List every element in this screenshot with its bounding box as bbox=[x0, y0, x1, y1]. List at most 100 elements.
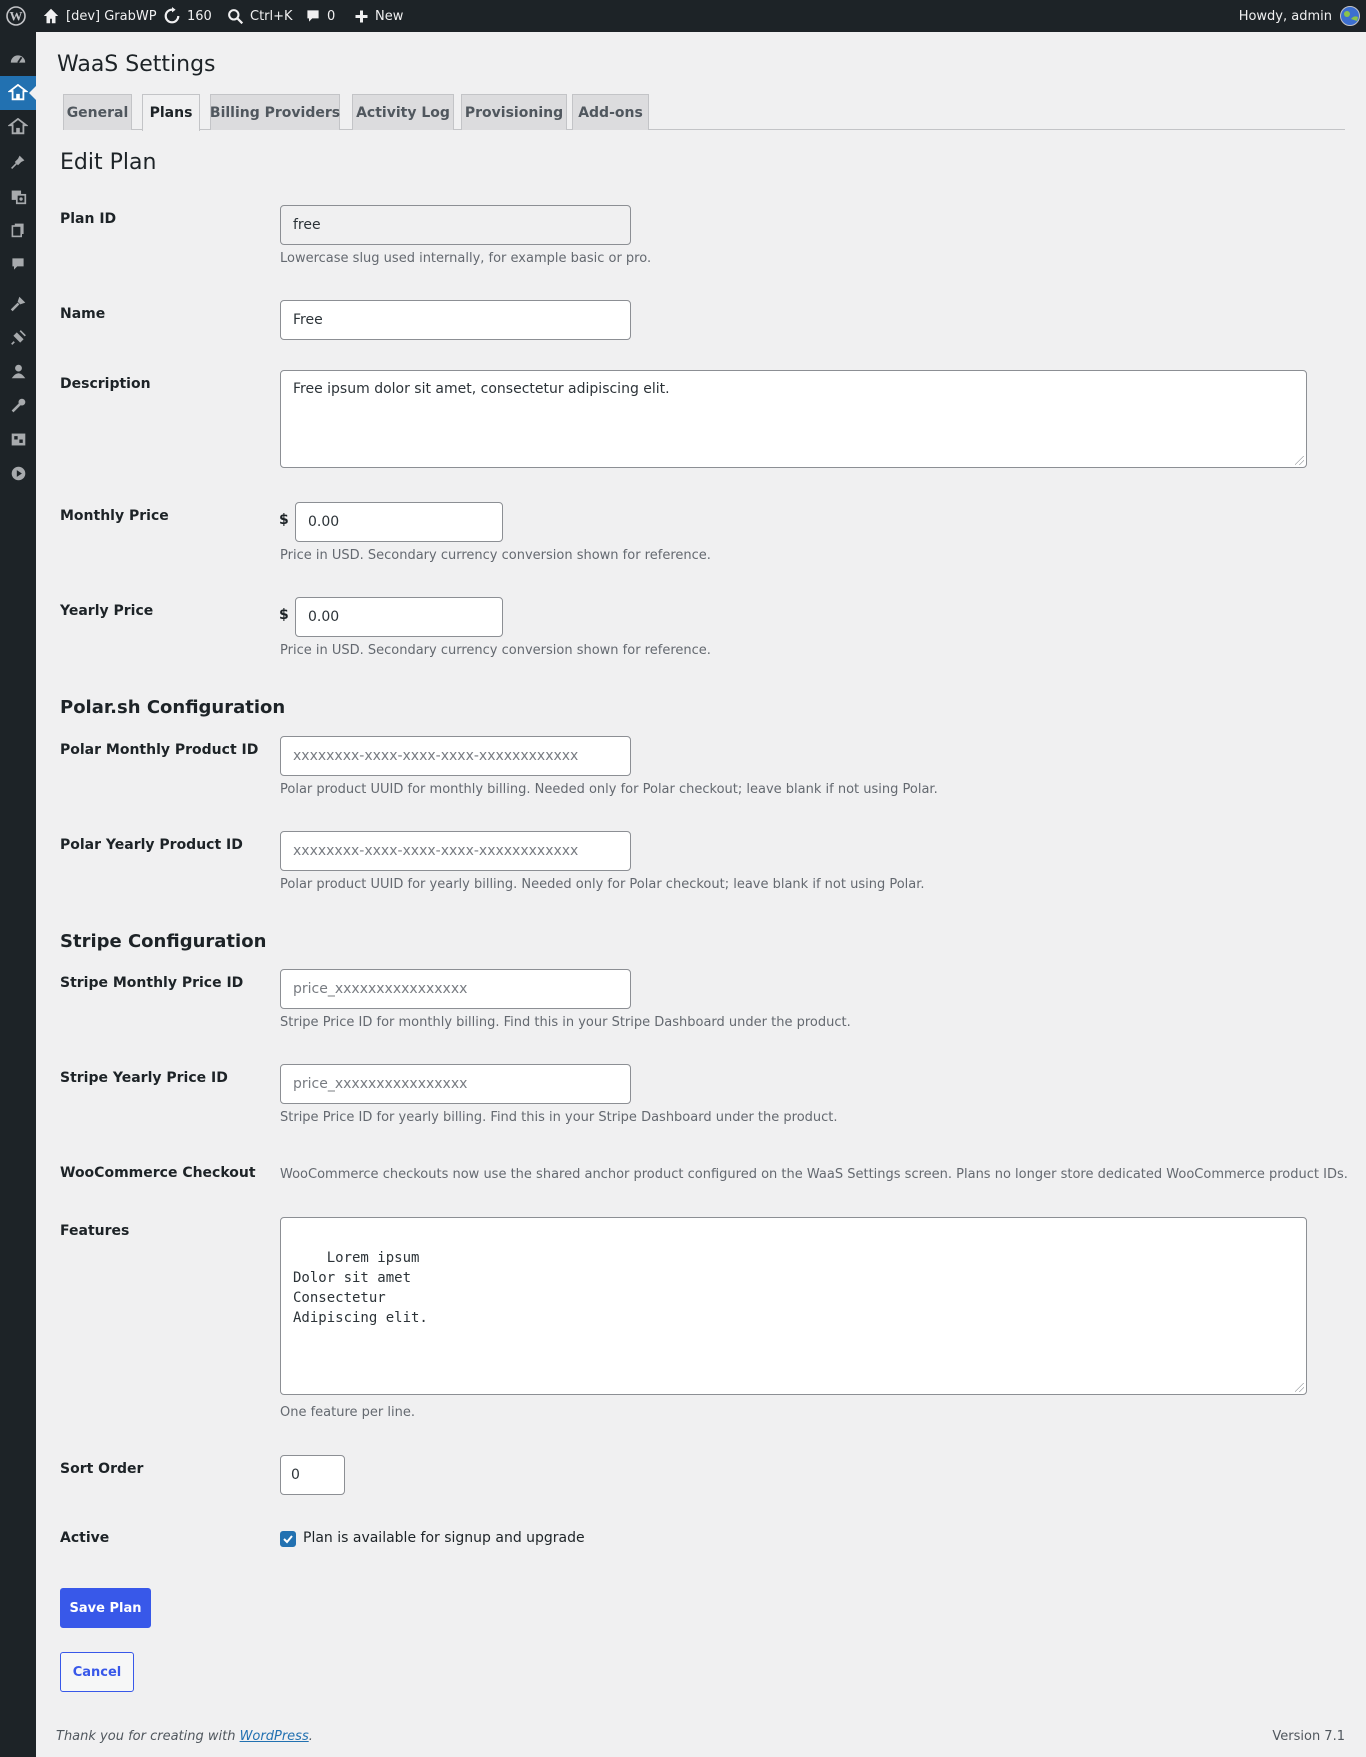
woocommerce-checkout-label: WooCommerce Checkout bbox=[60, 1165, 256, 1181]
tools-icon bbox=[11, 398, 25, 412]
footer-thanks-prefix: Thank you for creating with bbox=[56, 1729, 240, 1744]
monthly-price-input[interactable]: 0.00 bbox=[295, 502, 503, 542]
polar-monthly-label: Polar Monthly Product ID bbox=[60, 742, 259, 758]
comments-count: 0 bbox=[327, 8, 336, 24]
pin-icon bbox=[11, 155, 25, 169]
admin-bar: W [dev] GrabWP 160 Ctrl+K 0 New Howdy, a… bbox=[0, 0, 1366, 32]
monthly-price-label: Monthly Price bbox=[60, 508, 169, 524]
footer-thanks-suffix: . bbox=[308, 1729, 313, 1744]
menu-comments[interactable] bbox=[0, 247, 36, 281]
site-name-label: [dev] GrabWP bbox=[66, 8, 157, 24]
active-checkbox-label[interactable]: Plan is available for signup and upgrade bbox=[303, 1530, 585, 1546]
comments-link[interactable]: 0 bbox=[305, 0, 335, 32]
stripe-yearly-input[interactable]: price_xxxxxxxxxxxxxxxx bbox=[280, 1064, 631, 1104]
polar-yearly-help: Polar product UUID for yearly billing. N… bbox=[280, 877, 925, 892]
polar-yearly-input[interactable]: xxxxxxxx-xxxx-xxxx-xxxx-xxxxxxxxxxxx bbox=[280, 831, 631, 871]
tab-activity-log[interactable]: Activity Log bbox=[352, 94, 454, 130]
features-text: Lorem ipsum Dolor sit amet Consectetur A… bbox=[293, 1250, 428, 1326]
updates-count: 160 bbox=[187, 8, 212, 24]
menu-dashboard[interactable] bbox=[0, 42, 36, 76]
polar-monthly-input[interactable]: xxxxxxxx-xxxx-xxxx-xxxx-xxxxxxxxxxxx bbox=[280, 736, 631, 776]
home-icon bbox=[43, 8, 59, 24]
menu-sites[interactable] bbox=[0, 110, 36, 144]
tab-add-ons[interactable]: Add-ons bbox=[572, 94, 649, 130]
yearly-currency-symbol: $ bbox=[279, 607, 289, 623]
tab-billing-providers[interactable]: Billing Providers bbox=[210, 94, 340, 130]
polar-yearly-label: Polar Yearly Product ID bbox=[60, 837, 243, 853]
features-textarea[interactable]: Lorem ipsum Dolor sit amet Consectetur A… bbox=[280, 1217, 1307, 1395]
avatar bbox=[1340, 6, 1360, 26]
monthly-price-help: Price in USD. Secondary currency convers… bbox=[280, 548, 711, 563]
pages-icon bbox=[11, 223, 24, 238]
description-label: Description bbox=[60, 376, 151, 392]
yearly-price-label: Yearly Price bbox=[60, 603, 154, 619]
plan-id-label: Plan ID bbox=[60, 211, 117, 227]
active-label: Active bbox=[60, 1530, 110, 1546]
play-icon bbox=[11, 466, 25, 480]
sort-order-input[interactable]: 0 bbox=[280, 1455, 345, 1495]
stripe-monthly-input[interactable]: price_xxxxxxxxxxxxxxxx bbox=[280, 969, 631, 1009]
yearly-price-input[interactable]: 0.00 bbox=[295, 597, 503, 637]
menu-settings[interactable] bbox=[0, 422, 36, 456]
resize-handle-icon[interactable] bbox=[1295, 456, 1304, 465]
new-content-link[interactable]: New bbox=[354, 0, 403, 32]
users-icon bbox=[11, 364, 25, 378]
stripe-monthly-help: Stripe Price ID for monthly billing. Fin… bbox=[280, 1015, 851, 1030]
features-label: Features bbox=[60, 1223, 130, 1239]
tab-plans[interactable]: Plans bbox=[142, 94, 200, 131]
comment-icon bbox=[307, 10, 319, 22]
plan-id-help: Lowercase slug used internally, for exam… bbox=[280, 251, 652, 266]
stripe-section-title: Stripe Configuration bbox=[60, 931, 267, 952]
save-plan-button[interactable]: Save Plan bbox=[60, 1588, 151, 1628]
menu-plugins[interactable] bbox=[0, 320, 36, 354]
tab-general[interactable]: General bbox=[63, 94, 132, 130]
polar-section-title: Polar.sh Configuration bbox=[60, 697, 286, 718]
menu-media[interactable] bbox=[0, 179, 36, 213]
my-account-link[interactable]: Howdy, admin bbox=[1239, 0, 1360, 32]
active-checkbox[interactable] bbox=[280, 1531, 296, 1547]
plan-id-input[interactable]: free bbox=[280, 205, 631, 245]
name-input[interactable]: Free bbox=[280, 300, 631, 340]
stripe-monthly-label: Stripe Monthly Price ID bbox=[60, 975, 244, 991]
menu-player[interactable] bbox=[0, 456, 36, 490]
tab-provisioning[interactable]: Provisioning bbox=[461, 94, 567, 130]
name-label: Name bbox=[60, 306, 106, 322]
settings-icon bbox=[11, 433, 25, 445]
cancel-button[interactable]: Cancel bbox=[60, 1652, 134, 1692]
wordpress-logo-icon[interactable]: W bbox=[6, 0, 26, 32]
updates-link[interactable]: 160 bbox=[163, 0, 212, 32]
appearance-icon bbox=[10, 296, 25, 311]
menu-posts[interactable] bbox=[0, 145, 36, 179]
greeting-label: Howdy, admin bbox=[1238, 8, 1332, 24]
site-name-link[interactable]: [dev] GrabWP bbox=[42, 0, 157, 32]
features-help: One feature per line. bbox=[280, 1405, 415, 1420]
checkmark-icon bbox=[283, 1535, 293, 1544]
page-title: WaaS Settings bbox=[57, 52, 216, 77]
stripe-yearly-help: Stripe Price ID for yearly billing. Find… bbox=[280, 1110, 838, 1125]
menu-waas[interactable] bbox=[0, 76, 36, 110]
resize-handle-icon[interactable] bbox=[1295, 1383, 1304, 1392]
admin-side-menu bbox=[0, 32, 36, 1757]
sort-order-label: Sort Order bbox=[60, 1461, 144, 1477]
woocommerce-checkout-note: WooCommerce checkouts now use the shared… bbox=[280, 1167, 1348, 1182]
settings-tabs: General Plans Billing Providers Activity… bbox=[63, 94, 1345, 131]
svg-text:W: W bbox=[10, 9, 23, 24]
menu-appearance[interactable] bbox=[0, 286, 36, 320]
wordpress-link[interactable]: WordPress bbox=[240, 1729, 309, 1744]
dashboard-icon bbox=[10, 55, 26, 64]
menu-pages[interactable] bbox=[0, 213, 36, 247]
footer-thanks: Thank you for creating with WordPress. bbox=[56, 1729, 313, 1744]
search-shortcut-label: Ctrl+K bbox=[250, 8, 293, 24]
plugins-icon bbox=[10, 329, 26, 345]
yearly-price-help: Price in USD. Secondary currency convers… bbox=[280, 643, 711, 658]
command-search-link[interactable]: Ctrl+K bbox=[227, 0, 293, 32]
updates-icon bbox=[164, 7, 180, 24]
menu-users[interactable] bbox=[0, 354, 36, 388]
stripe-yearly-label: Stripe Yearly Price ID bbox=[60, 1070, 228, 1086]
waas-icon bbox=[8, 84, 28, 101]
description-textarea[interactable]: Free ipsum dolor sit amet, consectetur a… bbox=[280, 370, 1307, 468]
comments-icon bbox=[12, 258, 24, 270]
description-text: Free ipsum dolor sit amet, consectetur a… bbox=[293, 381, 670, 397]
sites-icon bbox=[8, 118, 28, 135]
menu-tools[interactable] bbox=[0, 388, 36, 422]
